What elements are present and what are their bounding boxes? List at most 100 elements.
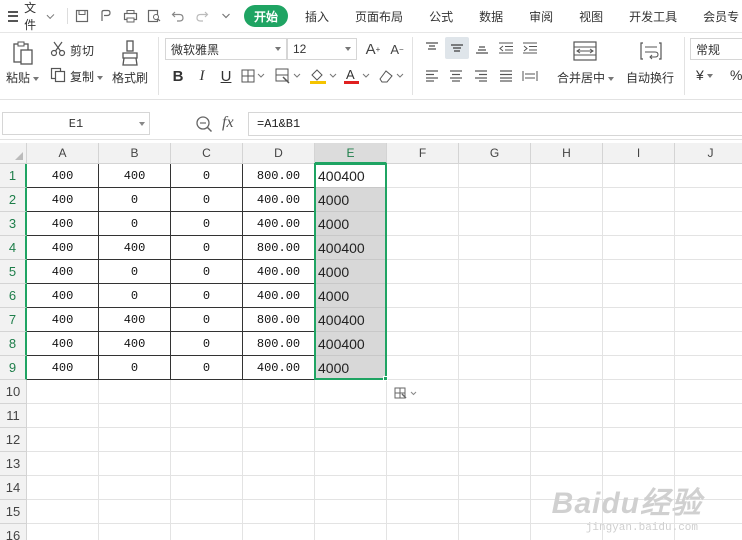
cell-b2[interactable]: 0 — [99, 188, 171, 212]
zoom-search-icon[interactable] — [195, 115, 213, 133]
justify-icon[interactable] — [496, 67, 516, 85]
cell-i7[interactable] — [603, 308, 675, 332]
row-header-16[interactable]: 16 — [0, 524, 27, 540]
row-header-14[interactable]: 14 — [0, 476, 27, 500]
cell-b1[interactable]: 400 — [99, 164, 171, 188]
cell-b8[interactable]: 400 — [99, 332, 171, 356]
tab-home[interactable]: 开始 — [244, 5, 289, 27]
font-size-select[interactable]: 12 — [287, 38, 357, 60]
cell-i13[interactable] — [603, 452, 675, 476]
cell-d13[interactable] — [243, 452, 315, 476]
cell-d15[interactable] — [243, 500, 315, 524]
cell-e4[interactable]: 400400 — [315, 236, 387, 260]
copy-icon[interactable] — [50, 67, 66, 83]
tab-formulas[interactable]: 公式 — [420, 5, 462, 27]
cell-i3[interactable] — [603, 212, 675, 236]
undo-icon[interactable] — [166, 5, 190, 27]
export-pdf-icon[interactable] — [94, 5, 118, 27]
cell-h8[interactable] — [531, 332, 603, 356]
cell-i4[interactable] — [603, 236, 675, 260]
cell-g12[interactable] — [459, 428, 531, 452]
cell-f4[interactable] — [387, 236, 459, 260]
column-header-i[interactable]: I — [603, 143, 675, 164]
cell-j8[interactable] — [675, 332, 742, 356]
cell-g16[interactable] — [459, 524, 531, 540]
cell-f9[interactable] — [387, 356, 459, 380]
cell-c11[interactable] — [171, 404, 243, 428]
paste-icon[interactable] — [8, 38, 38, 68]
cell-h9[interactable] — [531, 356, 603, 380]
cell-style-icon[interactable] — [274, 66, 302, 86]
column-header-f[interactable]: F — [387, 143, 459, 164]
cell-b11[interactable] — [99, 404, 171, 428]
row-header-13[interactable]: 13 — [0, 452, 27, 476]
row-header-3[interactable]: 3 — [0, 212, 27, 236]
cell-f8[interactable] — [387, 332, 459, 356]
decrease-font-icon[interactable]: A − — [386, 38, 408, 60]
fill-handle[interactable] — [383, 376, 388, 381]
print-preview-icon[interactable] — [142, 5, 166, 27]
increase-font-icon[interactable]: A + — [362, 38, 384, 60]
cell-f6[interactable] — [387, 284, 459, 308]
cell-g8[interactable] — [459, 332, 531, 356]
cell-j4[interactable] — [675, 236, 742, 260]
cell-d8[interactable]: 800.00 — [243, 332, 315, 356]
cell-a10[interactable] — [27, 380, 99, 404]
merge-center-icon[interactable] — [570, 39, 600, 63]
cell-a7[interactable]: 400 — [27, 308, 99, 332]
name-box[interactable]: E1 — [2, 112, 150, 135]
cut-button[interactable]: 剪切 — [70, 42, 94, 59]
cell-d6[interactable]: 400.00 — [243, 284, 315, 308]
cell-g11[interactable] — [459, 404, 531, 428]
cell-d3[interactable]: 400.00 — [243, 212, 315, 236]
cell-a11[interactable] — [27, 404, 99, 428]
cell-h11[interactable] — [531, 404, 603, 428]
distributed-align-icon[interactable] — [520, 67, 540, 85]
row-header-5[interactable]: 5 — [0, 260, 27, 284]
save-icon[interactable] — [70, 5, 94, 27]
cell-g2[interactable] — [459, 188, 531, 212]
column-header-c[interactable]: C — [171, 143, 243, 164]
cell-h1[interactable] — [531, 164, 603, 188]
font-color-icon[interactable]: A — [342, 65, 372, 87]
cell-a13[interactable] — [27, 452, 99, 476]
cell-e16[interactable] — [315, 524, 387, 540]
cell-j11[interactable] — [675, 404, 742, 428]
scissors-icon[interactable] — [50, 41, 66, 57]
cell-b14[interactable] — [99, 476, 171, 500]
align-middle-icon[interactable] — [445, 37, 469, 59]
cell-g1[interactable] — [459, 164, 531, 188]
cell-g5[interactable] — [459, 260, 531, 284]
customize-toolbar-icon[interactable] — [214, 5, 238, 27]
cell-e6[interactable]: 4000 — [315, 284, 387, 308]
cell-g7[interactable] — [459, 308, 531, 332]
cell-a6[interactable]: 400 — [27, 284, 99, 308]
cell-b7[interactable]: 400 — [99, 308, 171, 332]
cell-e12[interactable] — [315, 428, 387, 452]
cell-c7[interactable]: 0 — [171, 308, 243, 332]
cell-h3[interactable] — [531, 212, 603, 236]
cell-a8[interactable]: 400 — [27, 332, 99, 356]
cell-b16[interactable] — [99, 524, 171, 540]
cell-e10[interactable] — [315, 380, 387, 404]
insert-function-icon[interactable]: fx — [222, 114, 234, 132]
cell-d9[interactable]: 400.00 — [243, 356, 315, 380]
column-header-d[interactable]: D — [243, 143, 315, 164]
cell-e3[interactable]: 4000 — [315, 212, 387, 236]
cell-c9[interactable]: 0 — [171, 356, 243, 380]
row-header-10[interactable]: 10 — [0, 380, 27, 404]
tab-page-layout[interactable]: 页面布局 — [346, 5, 412, 27]
cell-h4[interactable] — [531, 236, 603, 260]
cell-i2[interactable] — [603, 188, 675, 212]
cell-c4[interactable]: 0 — [171, 236, 243, 260]
column-header-g[interactable]: G — [459, 143, 531, 164]
cell-d7[interactable]: 800.00 — [243, 308, 315, 332]
cell-e1[interactable]: 400400 — [315, 164, 387, 188]
cell-c1[interactable]: 0 — [171, 164, 243, 188]
align-right-icon[interactable] — [471, 67, 491, 85]
cell-b13[interactable] — [99, 452, 171, 476]
cell-c2[interactable]: 0 — [171, 188, 243, 212]
cell-d16[interactable] — [243, 524, 315, 540]
clear-format-icon[interactable] — [376, 65, 406, 87]
cell-g6[interactable] — [459, 284, 531, 308]
